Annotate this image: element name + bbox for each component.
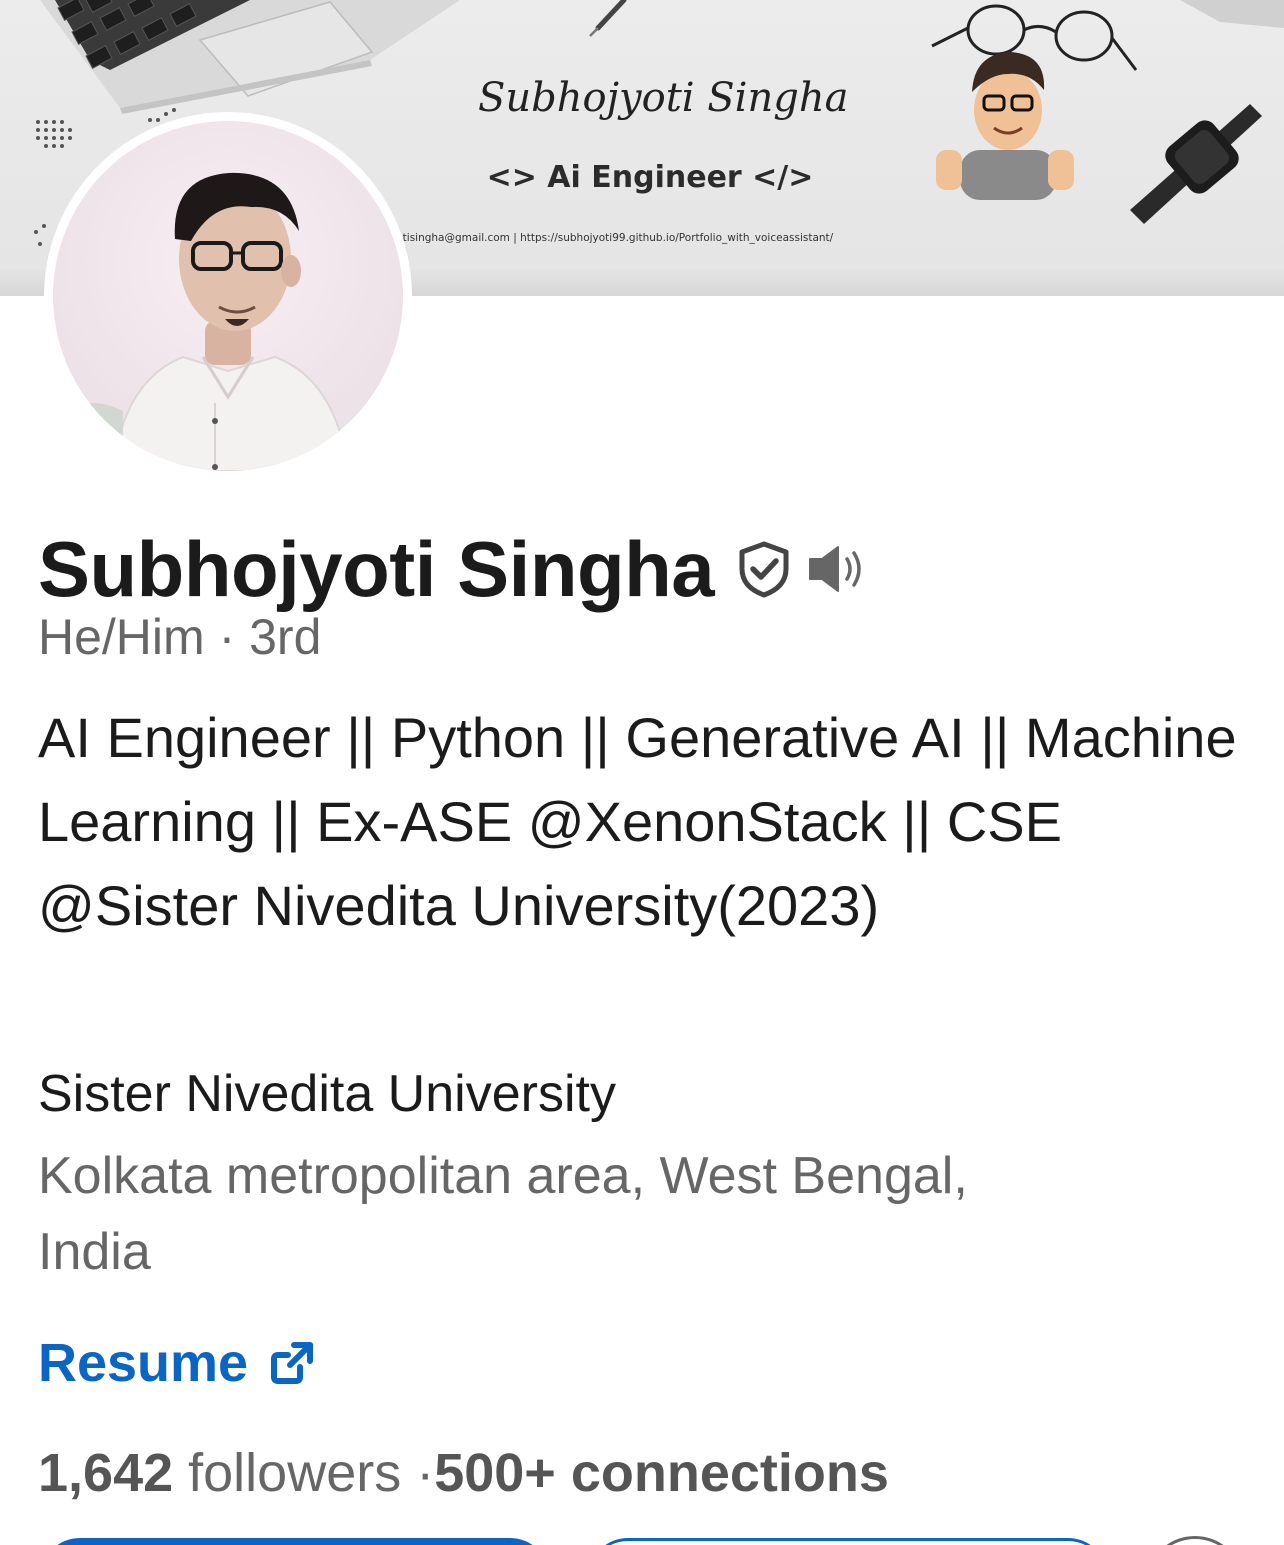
followers-count: 1,642 (38, 1443, 174, 1503)
resume-link[interactable]: Resume (38, 1328, 318, 1398)
profile-school[interactable]: Sister Nivedita University (38, 1064, 616, 1124)
network-stats[interactable]: 1,642 followers ·500+ connections (38, 1442, 889, 1504)
banner-contact-line: ntisingha@gmail.com | https://subhojyoti… (396, 232, 834, 244)
avatar-person-illustration (53, 172, 351, 471)
shield-check-icon[interactable] (734, 539, 794, 599)
banner-role-title: <> Ai Engineer </> (486, 160, 814, 195)
pen-illustration (589, 0, 627, 37)
resume-link-label: Resume (38, 1333, 249, 1393)
more-actions-button[interactable] (1150, 1536, 1240, 1545)
external-link-icon (266, 1337, 318, 1389)
profile-name-row: Subhojyoti Singha (38, 524, 872, 614)
profile-headline: AI Engineer || Python || Generative AI |… (38, 706, 1237, 937)
connections-count: 500+ connections (434, 1443, 889, 1503)
pronouns-and-degree: He/Him · 3rd (38, 609, 322, 665)
watch-illustration (1130, 104, 1262, 224)
laptop-illustration (40, 0, 460, 114)
secondary-action-button[interactable] (588, 1538, 1108, 1545)
profile-avatar[interactable] (44, 112, 412, 480)
primary-action-button[interactable] (40, 1538, 550, 1545)
profile-name: Subhojyoti Singha (38, 524, 715, 613)
speaker-icon[interactable] (806, 539, 872, 599)
followers-label: followers · (173, 1443, 435, 1503)
banner-signature: Subhojyoti Singha (478, 75, 849, 121)
profile-location: Kolkata metropolitan area, West Bengal, … (38, 1147, 968, 1281)
profile-page: Subhojyoti Singha <> Ai Engineer </> nti… (0, 0, 1284, 1545)
avatar-photo (53, 121, 403, 471)
memoji-illustration (936, 52, 1074, 200)
